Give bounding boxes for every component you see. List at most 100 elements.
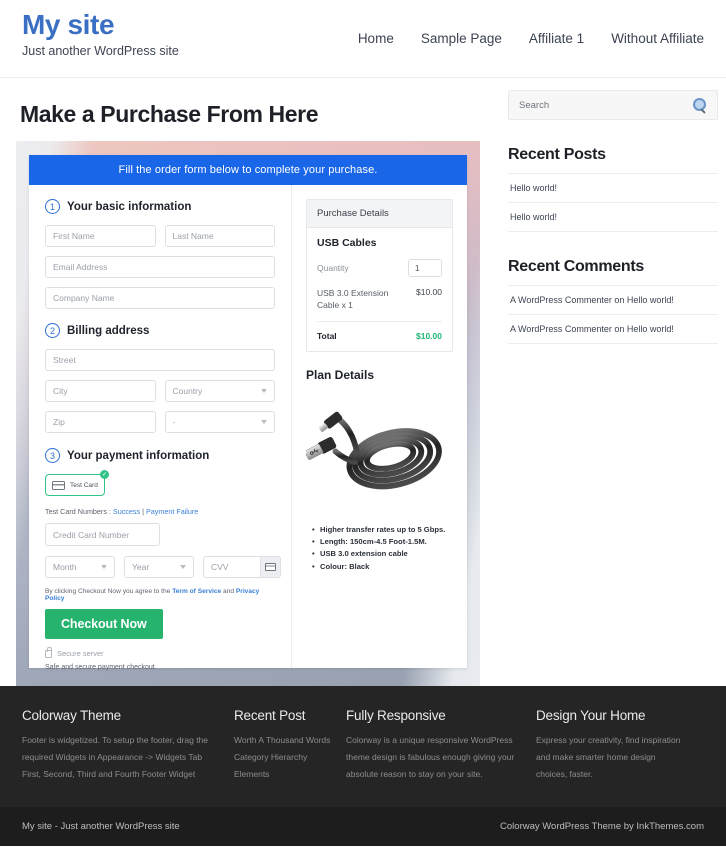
order-form-card: Fill the order form below to complete yo…	[29, 155, 467, 671]
company-name-input[interactable]: Company Name	[45, 287, 275, 309]
step-basic-information: 1 Your basic information	[45, 199, 275, 214]
product-name: USB Cables	[317, 237, 377, 249]
recent-post-link[interactable]: Hello world!	[510, 212, 557, 222]
first-name-input[interactable]: First Name	[45, 225, 156, 247]
line-item-description: USB 3.0 Extension Cable x 1	[317, 288, 389, 311]
recent-comment-link[interactable]: A WordPress Commenter on Hello world!	[510, 324, 674, 334]
street-input[interactable]: Street	[45, 349, 275, 371]
footer-site-credit: My site - Just another WordPress site	[22, 821, 180, 832]
checkout-now-button[interactable]: Checkout Now	[45, 609, 163, 639]
chevron-down-icon	[180, 565, 186, 569]
search-input[interactable]	[519, 99, 659, 111]
zip-input[interactable]: Zip	[45, 411, 156, 433]
list-item[interactable]: Category Hierarchy	[234, 749, 346, 766]
page-title: Make a Purchase From Here	[20, 101, 319, 127]
page-body: Make a Purchase From Here Fill the order…	[0, 78, 726, 686]
nav-item-sample-page[interactable]: Sample Page	[421, 31, 502, 46]
step-billing-address: 2 Billing address	[45, 323, 275, 338]
lock-icon	[45, 647, 52, 658]
list-item: Higher transfer rates up to 5 Gbps.	[312, 524, 453, 537]
list-item: Colour: Black	[312, 561, 453, 574]
search-icon[interactable]	[693, 98, 707, 112]
footer-widget-title: Colorway Theme	[22, 708, 121, 723]
nav-item-home[interactable]: Home	[358, 31, 394, 46]
search-widget	[508, 90, 718, 120]
footer-widget-title: Design Your Home	[536, 708, 646, 723]
secure-server-row: Secure server	[45, 647, 275, 658]
step-label-payment: Your payment information	[67, 449, 210, 462]
state-select-value: -	[172, 417, 176, 427]
total-row: Total $10.00	[317, 322, 442, 341]
secure-server-text: Secure server	[57, 648, 104, 658]
list-item[interactable]: A WordPress Commenter on Hello world!	[508, 314, 718, 344]
last-name-input[interactable]: Last Name	[164, 225, 275, 247]
order-form-fields: 1 Your basic information First Name Last…	[29, 185, 292, 671]
terms-and: and	[221, 588, 236, 595]
payment-method-label: Test Card	[70, 481, 98, 489]
recent-comment-link[interactable]: A WordPress Commenter on Hello world!	[510, 295, 674, 305]
order-summary-panel: Purchase Details USB Cables Quantity 1 U…	[292, 185, 467, 668]
footer-widget-title: Recent Post	[234, 708, 306, 723]
step-label-billing: Billing address	[67, 324, 150, 337]
test-card-success-link[interactable]: Success	[113, 507, 140, 516]
list-item[interactable]: Hello world!	[508, 202, 718, 232]
step-number-1: 1	[45, 199, 60, 214]
list-item[interactable]: Elements	[234, 766, 346, 783]
list-item: USB 3.0 extension cable	[312, 548, 453, 561]
primary-navigation: Home Sample Page Affiliate 1 Without Aff…	[358, 0, 704, 46]
recent-posts-title: Recent Posts	[508, 146, 606, 163]
step-label-basic: Your basic information	[67, 200, 192, 213]
email-input[interactable]: Email Address	[45, 256, 275, 278]
usb-cable-illustration	[306, 411, 442, 489]
purchase-details-box: Purchase Details USB Cables Quantity 1 U…	[306, 199, 453, 352]
terms-prefix: By clicking Checkout Now you agree to th…	[45, 588, 173, 595]
expiry-month-select[interactable]: Month	[45, 556, 115, 578]
expiry-month-value: Month	[53, 562, 77, 572]
site-tagline: Just another WordPress site	[22, 43, 179, 58]
footer-theme-credit[interactable]: Colorway WordPress Theme by InkThemes.co…	[500, 821, 704, 832]
footer-bottom-bar: My site - Just another WordPress site Co…	[0, 807, 726, 846]
recent-comments-list: A WordPress Commenter on Hello world! A …	[508, 285, 718, 344]
nav-item-without-affiliate[interactable]: Without Affiliate	[611, 31, 704, 46]
plan-details-title: Plan Details	[306, 367, 375, 382]
payment-method-test-card[interactable]: Test Card ✓	[45, 470, 109, 496]
test-card-failure-link[interactable]: Payment Failure	[146, 507, 198, 516]
recent-comments-title: Recent Comments	[508, 258, 644, 275]
footer-widget-design-your-home: Design Your Home Express your creativity…	[536, 708, 704, 783]
credit-card-number-input[interactable]: Credit Card Number	[45, 523, 160, 546]
list-item[interactable]: Worth A Thousand Words	[234, 732, 346, 749]
footer-widget-text: Footer is widgetized. To setup the foote…	[22, 735, 209, 779]
total-amount: $10.00	[416, 330, 442, 341]
site-branding: My site Just another WordPress site	[22, 0, 179, 58]
state-select[interactable]: -	[164, 411, 275, 433]
cvv-card-icon-button[interactable]	[260, 557, 280, 577]
site-header: My site Just another WordPress site Home…	[0, 0, 726, 78]
quantity-input[interactable]: 1	[408, 259, 442, 277]
product-image-usb-cable	[306, 388, 453, 518]
recent-post-link[interactable]: Hello world!	[510, 183, 557, 193]
step-payment-information: 3 Your payment information	[45, 448, 275, 463]
list-item[interactable]: A WordPress Commenter on Hello world!	[508, 285, 718, 314]
list-item[interactable]: Hello world!	[508, 173, 718, 202]
line-item-row: USB 3.0 Extension Cable x 1 $10.00	[317, 287, 442, 322]
total-label: Total	[317, 330, 337, 341]
list-item: Length: 150cm-4.5 Foot-1.5M.	[312, 536, 453, 549]
credit-card-icon	[52, 480, 65, 490]
purchase-details-header: Purchase Details	[307, 200, 452, 228]
site-title[interactable]: My site	[22, 9, 179, 41]
expiry-year-select[interactable]: Year	[124, 556, 194, 578]
main-content: Make a Purchase From Here Fill the order…	[16, 78, 486, 686]
chevron-down-icon	[101, 565, 107, 569]
nav-item-affiliate-1[interactable]: Affiliate 1	[529, 31, 584, 46]
terms-of-service-link[interactable]: Term of Service	[172, 588, 221, 595]
site-footer: Colorway Theme Footer is widgetized. To …	[0, 686, 726, 846]
city-input[interactable]: City	[45, 380, 156, 402]
plan-feature-list: Higher transfer rates up to 5 Gbps. Leng…	[312, 524, 453, 574]
chevron-down-icon	[261, 420, 267, 424]
country-select[interactable]: Country	[164, 380, 275, 402]
quantity-label: Quantity	[317, 263, 349, 273]
country-select-value: Country	[172, 386, 203, 396]
footer-widget-fully-responsive: Fully Responsive Colorway is a unique re…	[346, 708, 536, 783]
test-card-prefix: Test Card Numbers :	[45, 507, 113, 516]
footer-recent-post-list: Worth A Thousand Words Category Hierarch…	[234, 732, 346, 783]
